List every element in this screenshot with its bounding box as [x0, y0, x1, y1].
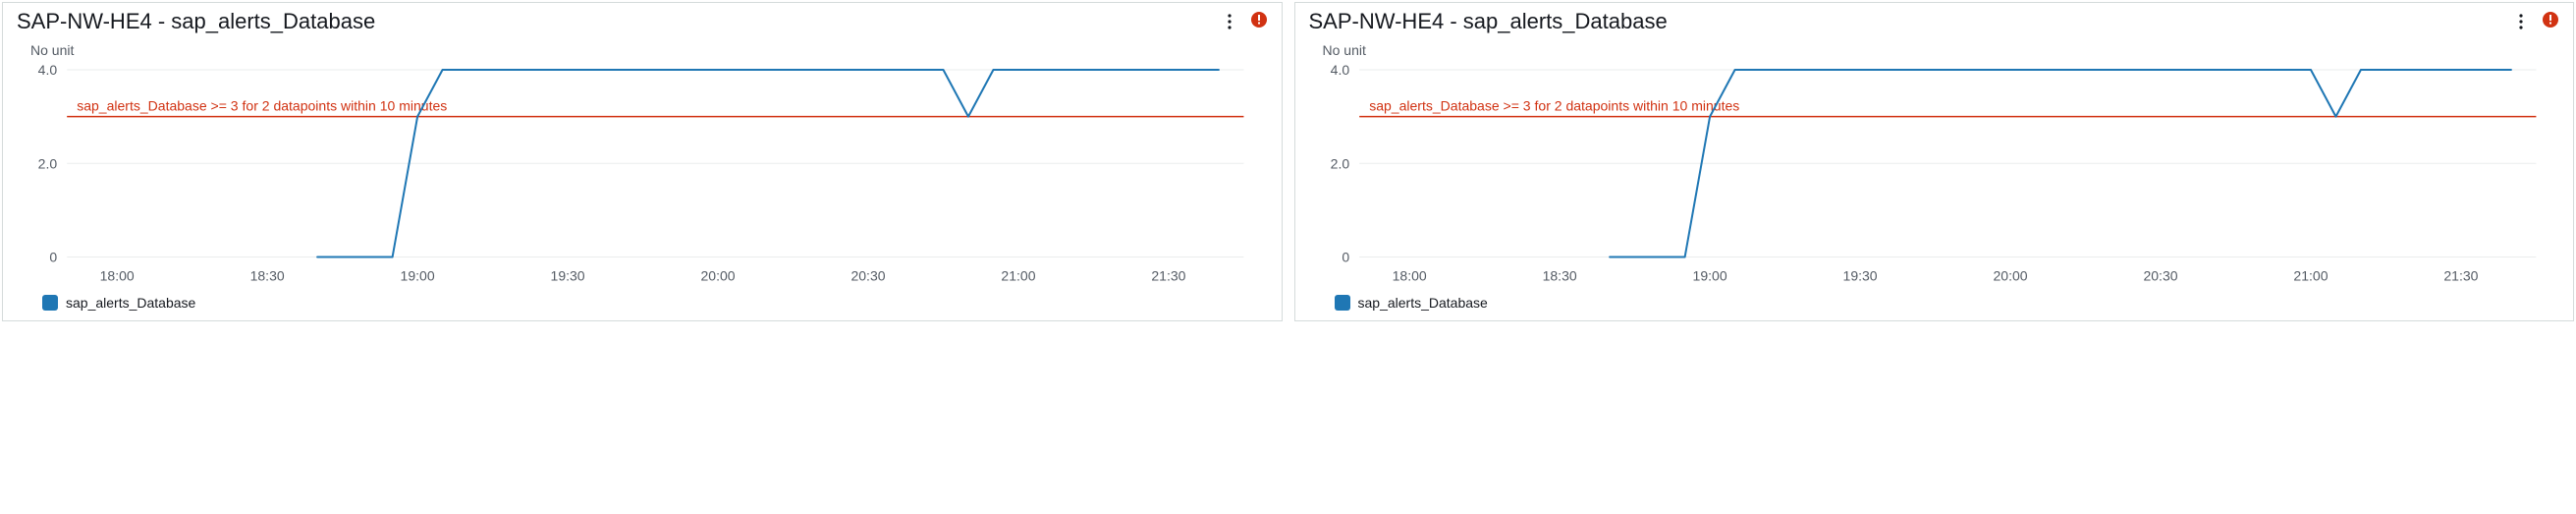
svg-text:19:00: 19:00 [1692, 268, 1726, 284]
svg-text:21:30: 21:30 [1151, 268, 1185, 284]
panel-actions [2510, 11, 2559, 33]
legend-label: sap_alerts_Database [66, 295, 195, 311]
panel-header: SAP-NW-HE4 - sap_alerts_Database [1295, 3, 2574, 38]
svg-text:18:30: 18:30 [250, 268, 285, 284]
unit-label: No unit [3, 38, 1282, 60]
metric-panel: SAP-NW-HE4 - sap_alerts_Database No unit… [1294, 2, 2575, 321]
vertical-dots-icon [1221, 13, 1238, 30]
alert-icon [2542, 11, 2559, 29]
svg-text:20:00: 20:00 [1993, 268, 2027, 284]
vertical-dots-icon [2512, 13, 2530, 30]
svg-text:2.0: 2.0 [38, 155, 58, 171]
svg-text:18:30: 18:30 [1542, 268, 1576, 284]
panel-header: SAP-NW-HE4 - sap_alerts_Database [3, 3, 1282, 38]
svg-text:21:00: 21:00 [2293, 268, 2328, 284]
panel-title: SAP-NW-HE4 - sap_alerts_Database [1309, 9, 1668, 34]
panel-actions [1219, 11, 1268, 33]
panel-title: SAP-NW-HE4 - sap_alerts_Database [17, 9, 375, 34]
line-chart: 0 2.0 4.0 18:00 18:30 19:00 19:30 20:00 20:30 21:… [1305, 60, 2556, 287]
panel-menu-button[interactable] [1219, 11, 1240, 32]
svg-text:20:30: 20:30 [850, 268, 885, 284]
svg-text:18:00: 18:00 [100, 268, 135, 284]
svg-text:4.0: 4.0 [38, 62, 58, 78]
svg-text:21:30: 21:30 [2443, 268, 2478, 284]
legend-swatch [1335, 295, 1350, 311]
alarm-state-icon [2542, 11, 2559, 33]
svg-text:18:00: 18:00 [1392, 268, 1426, 284]
legend-swatch [42, 295, 58, 311]
svg-text:19:00: 19:00 [401, 268, 435, 284]
alarm-state-icon [1250, 11, 1268, 33]
panel-menu-button[interactable] [2510, 11, 2532, 32]
svg-text:21:00: 21:00 [1001, 268, 1035, 284]
alert-icon [1250, 11, 1268, 29]
svg-text:sap_alerts_Database >= 3 for 2: sap_alerts_Database >= 3 for 2 datapoint… [1369, 98, 1739, 114]
svg-text:4.0: 4.0 [1330, 62, 1349, 78]
svg-text:0: 0 [49, 250, 57, 265]
svg-text:0: 0 [1342, 250, 1349, 265]
svg-text:sap_alerts_Database >= 3 for 2: sap_alerts_Database >= 3 for 2 datapoint… [77, 98, 447, 114]
dashboard-row: SAP-NW-HE4 - sap_alerts_Database No unit… [0, 0, 2576, 323]
chart-area: 0 2.0 4.0 18:00 18:30 19:00 19:30 20:00 20:30 21:… [3, 60, 1282, 291]
chart-area: 0 2.0 4.0 18:00 18:30 19:00 19:30 20:00 20:30 21:… [1295, 60, 2574, 291]
svg-text:20:30: 20:30 [2143, 268, 2177, 284]
unit-label: No unit [1295, 38, 2574, 60]
svg-text:19:30: 19:30 [1842, 268, 1877, 284]
legend-label: sap_alerts_Database [1358, 295, 1488, 311]
legend: sap_alerts_Database [3, 291, 1282, 320]
metric-panel: SAP-NW-HE4 - sap_alerts_Database No unit… [2, 2, 1283, 321]
svg-text:2.0: 2.0 [1330, 155, 1349, 171]
svg-text:20:00: 20:00 [700, 268, 735, 284]
line-chart: 0 2.0 4.0 18:00 18:30 19:00 19:30 20:00 20:30 21:… [13, 60, 1264, 287]
legend: sap_alerts_Database [1295, 291, 2574, 320]
svg-text:19:30: 19:30 [551, 268, 585, 284]
